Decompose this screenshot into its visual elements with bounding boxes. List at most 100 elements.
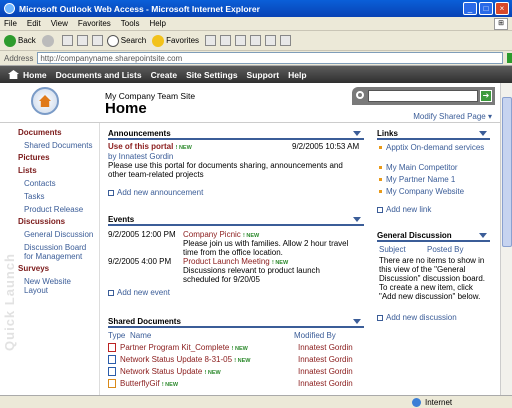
menu-file[interactable]: File: [4, 19, 17, 28]
table-row[interactable]: Network Status Update 8-31-05 ! NEW Innat…: [108, 355, 364, 365]
add-link-link[interactable]: Add new link: [377, 205, 431, 214]
stop-icon[interactable]: [61, 35, 73, 46]
research-icon[interactable]: [280, 35, 292, 46]
menu-help[interactable]: Help: [149, 19, 165, 28]
quick-launch-watermark: Quick Launch: [2, 253, 17, 351]
webpart-menu-arrow-icon[interactable]: [353, 217, 361, 222]
event-description: Please join us with families. Allow 2 ho…: [183, 239, 349, 257]
bullet-icon: [379, 190, 382, 194]
menu-view[interactable]: View: [51, 19, 68, 28]
ql-discussion-board-management[interactable]: Discussion Board for Management: [24, 243, 96, 261]
page-title: Home: [105, 100, 147, 117]
menu-edit[interactable]: Edit: [27, 19, 41, 28]
new-badge: ! NEW: [175, 145, 192, 151]
column-posted-by[interactable]: Posted By: [427, 245, 463, 254]
links-webpart: Links Apptix On-demand services My Main …: [377, 129, 490, 217]
home-nav-icon: [8, 70, 19, 79]
link-item[interactable]: Apptix On-demand services: [379, 143, 489, 152]
search-button[interactable]: Search: [106, 34, 146, 47]
address-input[interactable]: http://companyname.sharepointsite.com: [37, 52, 504, 64]
minimize-button[interactable]: _: [463, 2, 477, 15]
event-title[interactable]: Product Launch Meeting ! NEW: [183, 257, 288, 266]
link-item[interactable]: My Company Website: [379, 187, 464, 196]
go-button[interactable]: Go: [507, 53, 512, 63]
ql-contacts[interactable]: Contacts: [24, 179, 56, 188]
back-arrow-icon: [4, 34, 16, 47]
announcement-body: Please use this portal for documents sha…: [108, 161, 343, 179]
ql-documents[interactable]: Documents: [18, 128, 62, 137]
address-bar: Address http://companyname.sharepointsit…: [0, 51, 512, 66]
ql-lists[interactable]: Lists: [18, 166, 37, 175]
nav-home[interactable]: Home: [23, 70, 47, 80]
event-time: 9/2/2005 4:00 PM: [108, 257, 172, 266]
column-name[interactable]: Name: [130, 331, 151, 340]
maximize-button[interactable]: □: [479, 2, 493, 15]
security-zone: Internet: [412, 397, 452, 407]
ql-new-website-layout[interactable]: New Website Layout: [24, 277, 90, 295]
window-titlebar: Microsoft Outlook Web Access - Microsoft…: [0, 0, 512, 17]
back-button[interactable]: Back: [4, 34, 36, 47]
events-webpart: Events 9/2/2005 12:00 PM Company Picnic …: [108, 215, 364, 299]
mail-icon[interactable]: [220, 35, 232, 46]
nav-support[interactable]: Support: [247, 70, 280, 80]
vertical-scrollbar[interactable]: [500, 83, 512, 395]
general-discussion-webpart: General Discussion Subject Posted By The…: [377, 231, 490, 331]
main-content: Announcements Use of this portal ! NEW 9…: [100, 123, 512, 395]
ql-shared-documents[interactable]: Shared Documents: [24, 141, 92, 150]
modify-shared-page-link[interactable]: Modify Shared Page ▾: [413, 112, 492, 121]
forward-button[interactable]: [41, 34, 56, 47]
column-modified-by[interactable]: Modified By: [294, 331, 336, 340]
ql-tasks[interactable]: Tasks: [24, 192, 44, 201]
table-row[interactable]: Partner Program Kit_Complete ! NEW Innate…: [108, 343, 364, 353]
ql-surveys[interactable]: Surveys: [18, 264, 49, 273]
document-icon: [108, 355, 116, 365]
ql-pictures[interactable]: Pictures: [18, 153, 50, 162]
windows-logo-icon: ⊞: [494, 18, 508, 30]
favorites-button[interactable]: Favorites: [152, 34, 199, 47]
refresh-icon[interactable]: [76, 35, 88, 46]
nav-create[interactable]: Create: [151, 70, 177, 80]
add-event-link[interactable]: Add new event: [108, 288, 170, 297]
nav-documents-and-lists[interactable]: Documents and Lists: [56, 70, 142, 80]
announcement-date: 9/2/2005 10:53 AM: [292, 142, 360, 151]
menu-favorites[interactable]: Favorites: [78, 19, 111, 28]
ql-general-discussion[interactable]: General Discussion: [24, 230, 93, 239]
announcement-author[interactable]: by Innatest Gordin: [108, 152, 173, 161]
document-icon: [108, 367, 116, 377]
announcement-title[interactable]: Use of this portal ! NEW: [108, 142, 192, 151]
ql-discussions[interactable]: Discussions: [18, 217, 65, 226]
webpart-menu-arrow-icon[interactable]: [479, 131, 487, 136]
site-search-input[interactable]: [368, 90, 478, 102]
link-item[interactable]: My Main Competitor: [379, 163, 458, 172]
scrollbar-thumb[interactable]: [502, 97, 512, 247]
webpart-menu-arrow-icon[interactable]: [479, 233, 487, 238]
close-button[interactable]: ×: [495, 2, 509, 15]
link-item[interactable]: My Partner Name 1: [379, 175, 455, 184]
ql-product-release[interactable]: Product Release: [24, 205, 83, 214]
webpart-menu-arrow-icon[interactable]: [353, 131, 361, 136]
search-go-button[interactable]: ➔: [480, 90, 492, 102]
media-icon[interactable]: [205, 35, 217, 46]
menu-tools[interactable]: Tools: [121, 19, 140, 28]
column-type[interactable]: Type: [108, 331, 125, 340]
webpart-menu-arrow-icon[interactable]: [353, 319, 361, 324]
shared-documents-webpart: Shared Documents Type Name Modified By P…: [108, 317, 364, 395]
edit-icon[interactable]: [250, 35, 262, 46]
column-subject[interactable]: Subject: [379, 245, 406, 254]
print-icon[interactable]: [235, 35, 247, 46]
bullet-icon: [379, 178, 382, 182]
discussion-empty-message: There are no items to show in this view …: [379, 256, 485, 301]
nav-help[interactable]: Help: [288, 70, 306, 80]
table-row[interactable]: Network Status Update ! NEW Innatest Gord…: [108, 367, 364, 377]
add-announcement-link[interactable]: Add new announcement: [108, 188, 203, 197]
event-description: Discussions relevant to product launch s…: [183, 266, 320, 284]
nav-site-settings[interactable]: Site Settings: [186, 70, 237, 80]
bullet-icon: [379, 166, 382, 170]
add-discussion-link[interactable]: Add new discussion: [377, 313, 457, 322]
events-title-bar: Events: [108, 215, 364, 226]
event-title[interactable]: Company Picnic ! NEW: [183, 230, 259, 239]
home-icon[interactable]: [91, 35, 103, 46]
quick-launch: Quick Launch Documents Shared Documents …: [0, 123, 100, 395]
table-row[interactable]: ButterflyGif ! NEW Innatest Gordin: [108, 379, 364, 389]
messenger-icon[interactable]: [265, 35, 277, 46]
